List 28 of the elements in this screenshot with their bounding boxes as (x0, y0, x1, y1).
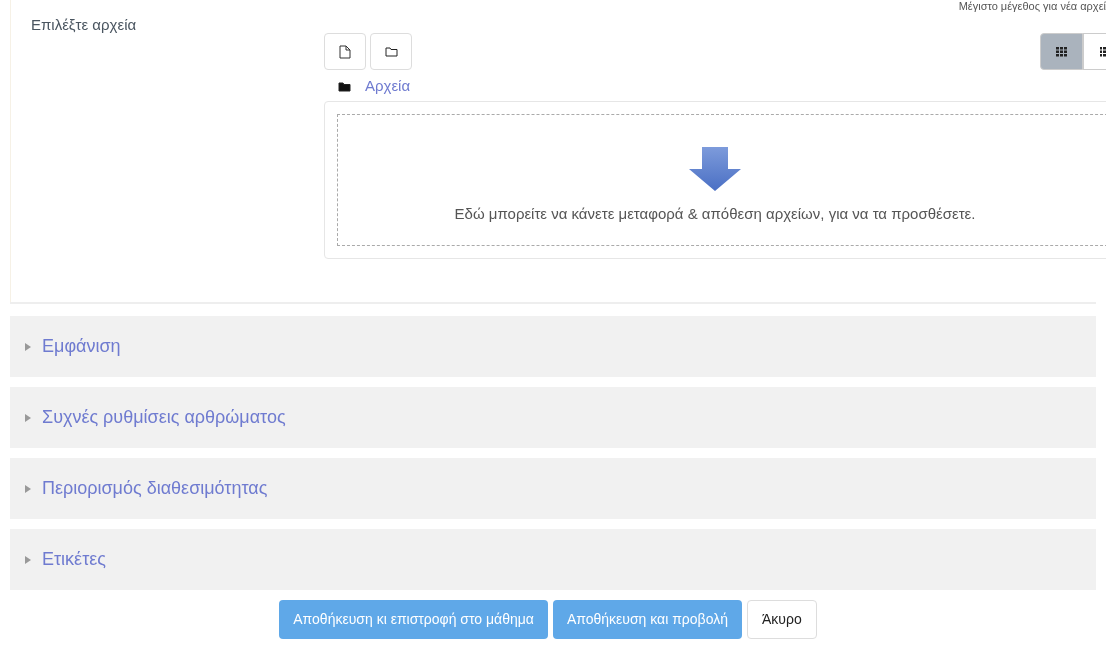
collapsible-section[interactable]: Εμφάνιση (10, 316, 1096, 377)
caret-icon (24, 483, 32, 494)
field-label: Επιλέξτε αρχεία (30, 15, 138, 35)
cancel-button[interactable]: Άκυρο (746, 600, 817, 639)
breadcrumb-link[interactable]: Αρχεία (365, 75, 411, 98)
drop-zone-text: Εδώ μπορείτε να κάνετε μεταφορά & απόθεση αρχείων, για να τα προσθέσετε. (454, 203, 976, 224)
caret-icon (24, 412, 32, 423)
max-size-note: Μέγιστο μέγεθος για νέα αρχεί (958, 0, 1106, 12)
caret-icon (24, 341, 32, 352)
collapsible-section[interactable]: Ετικέτες (10, 529, 1096, 590)
list-icon (1099, 46, 1106, 57)
section-title: Περιορισμός διαθεσιμότητας (42, 477, 268, 500)
section-title: Συχνές ρυθμίσεις αρθρώματος (42, 406, 286, 429)
collapsible-section[interactable]: Περιορισμός διαθεσιμότητας (10, 458, 1096, 519)
file-icon (339, 44, 351, 59)
caret-icon (24, 554, 32, 565)
create-folder-button[interactable] (370, 33, 412, 70)
folder-icon (338, 80, 351, 92)
grid-view-button[interactable] (1040, 33, 1083, 70)
add-file-button[interactable] (324, 33, 366, 70)
section-title: Ετικέτες (42, 548, 106, 571)
folder-icon (384, 46, 398, 57)
save-button[interactable]: Αποθήκευση κι επιστροφή στο μάθημα (279, 600, 548, 639)
section-title: Εμφάνιση (42, 335, 121, 358)
down-arrow-icon (687, 146, 743, 191)
grid-icon (1055, 46, 1068, 57)
save-button[interactable]: Αποθήκευση και προβολή (552, 600, 742, 639)
collapsible-section[interactable]: Συχνές ρυθμίσεις αρθρώματος (10, 387, 1096, 448)
